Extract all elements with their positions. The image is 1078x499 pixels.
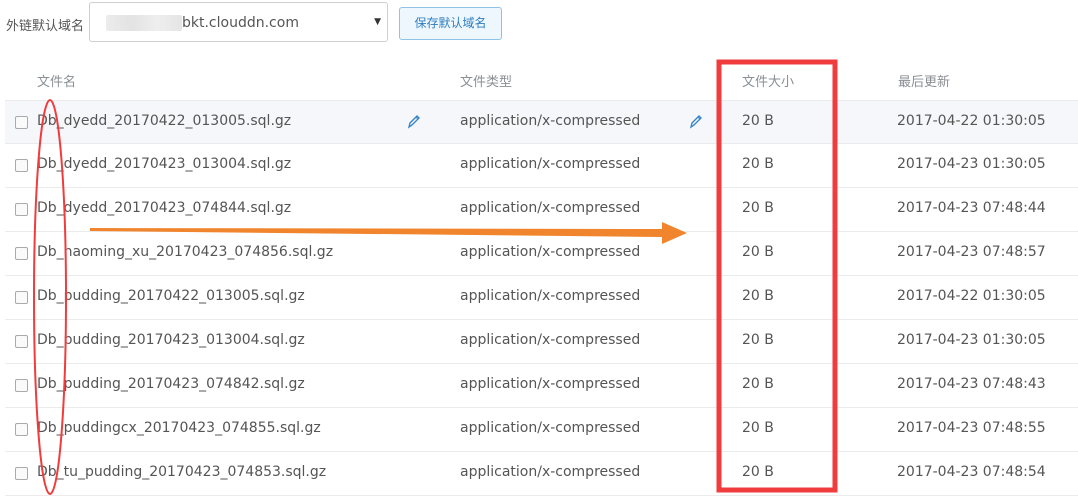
table-header: 文件名 文件类型 文件大小 最后更新 (0, 62, 1078, 98)
row-checkbox[interactable] (15, 247, 28, 260)
save-default-domain-button[interactable]: 保存默认域名 (399, 7, 502, 40)
header-filetype[interactable]: 文件类型 (460, 71, 512, 90)
edit-type-pencil-icon[interactable] (689, 113, 703, 129)
file-name-link[interactable]: Db_dyedd_20170423_013004.sql.gz (37, 156, 291, 172)
file-name-link[interactable]: Db_dyedd_20170422_013005.sql.gz (37, 113, 291, 129)
file-size: 20 B (742, 288, 774, 304)
table-row[interactable]: Db_pudding_20170422_013005.sql.gz applica… (5, 276, 1078, 320)
file-name-link[interactable]: Db_tu_pudding_20170423_074853.sql.gz (37, 464, 326, 480)
header-filesize[interactable]: 文件大小 (742, 71, 794, 90)
row-checkbox[interactable] (15, 423, 28, 436)
file-type: application/x-compressed (460, 113, 641, 129)
header-lastupdated[interactable]: 最后更新 (898, 71, 950, 90)
edit-name-pencil-icon[interactable] (407, 113, 421, 129)
file-size: 20 B (742, 113, 774, 129)
row-checkbox[interactable] (15, 467, 28, 480)
file-name-link[interactable]: Db_pudding_20170422_013005.sql.gz (37, 288, 305, 304)
row-checkbox[interactable] (15, 335, 28, 348)
file-type: application/x-compressed (460, 376, 641, 392)
table-row[interactable]: Db_puddingcx_20170423_074855.sql.gz appli… (5, 408, 1078, 452)
file-name-link[interactable]: Db_pudding_20170423_074842.sql.gz (37, 376, 305, 392)
file-size: 20 B (742, 244, 774, 260)
last-updated: 2017-04-22 01:30:05 (897, 288, 1046, 304)
domain-value: bkt.clouddn.com (182, 15, 299, 31)
last-updated: 2017-04-23 07:48:54 (897, 464, 1046, 480)
file-table: Db_dyedd_20170422_013005.sql.gz applicati… (5, 100, 1078, 496)
file-size: 20 B (742, 464, 774, 480)
domain-select[interactable]: bkt.clouddn.com ▼ (89, 2, 388, 42)
row-checkbox[interactable] (15, 379, 28, 392)
file-type: application/x-compressed (460, 156, 641, 172)
row-checkbox[interactable] (15, 116, 28, 129)
row-checkbox[interactable] (15, 159, 28, 172)
last-updated: 2017-04-23 01:30:05 (897, 156, 1046, 172)
table-row[interactable]: Db_tu_pudding_20170423_074853.sql.gz appl… (5, 452, 1078, 496)
last-updated: 2017-04-23 07:48:55 (897, 420, 1046, 436)
file-size: 20 B (742, 332, 774, 348)
file-type: application/x-compressed (460, 332, 641, 348)
domain-label: 外链默认域名 (6, 19, 85, 34)
table-row[interactable]: Db_dyedd_20170423_074844.sql.gz applicati… (5, 188, 1078, 232)
file-size: 20 B (742, 376, 774, 392)
last-updated: 2017-04-22 01:30:05 (897, 113, 1046, 129)
file-type: application/x-compressed (460, 464, 641, 480)
last-updated: 2017-04-23 07:48:57 (897, 244, 1046, 260)
file-type: application/x-compressed (460, 244, 641, 260)
file-size: 20 B (742, 420, 774, 436)
row-checkbox[interactable] (15, 291, 28, 304)
file-type: application/x-compressed (460, 420, 641, 436)
file-name-link[interactable]: Db_haoming_xu_20170423_074856.sql.gz (37, 244, 333, 260)
file-name-link[interactable]: Db_dyedd_20170423_074844.sql.gz (37, 200, 291, 216)
redacted-domain-prefix (106, 15, 182, 31)
file-type: application/x-compressed (460, 288, 641, 304)
caret-down-icon: ▼ (374, 17, 381, 27)
table-row[interactable]: Db_dyedd_20170423_013004.sql.gz applicati… (5, 144, 1078, 188)
file-type: application/x-compressed (460, 200, 641, 216)
table-row[interactable]: Db_pudding_20170423_013004.sql.gz applica… (5, 320, 1078, 364)
file-size: 20 B (742, 200, 774, 216)
table-row[interactable]: Db_dyedd_20170422_013005.sql.gz applicati… (5, 100, 1078, 144)
file-size: 20 B (742, 156, 774, 172)
table-row[interactable]: Db_pudding_20170423_074842.sql.gz applica… (5, 364, 1078, 408)
header-filename[interactable]: 文件名 (37, 71, 76, 90)
last-updated: 2017-04-23 07:48:44 (897, 200, 1046, 216)
last-updated: 2017-04-23 07:48:43 (897, 376, 1046, 392)
domain-toolbar: 外链默认域名 bkt.clouddn.com ▼ 保存默认域名 (0, 0, 1078, 48)
table-row[interactable]: Db_haoming_xu_20170423_074856.sql.gz appl… (5, 232, 1078, 276)
row-checkbox[interactable] (15, 203, 28, 216)
file-name-link[interactable]: Db_pudding_20170423_013004.sql.gz (37, 332, 305, 348)
last-updated: 2017-04-23 01:30:05 (897, 332, 1046, 348)
file-name-link[interactable]: Db_puddingcx_20170423_074855.sql.gz (37, 420, 321, 436)
